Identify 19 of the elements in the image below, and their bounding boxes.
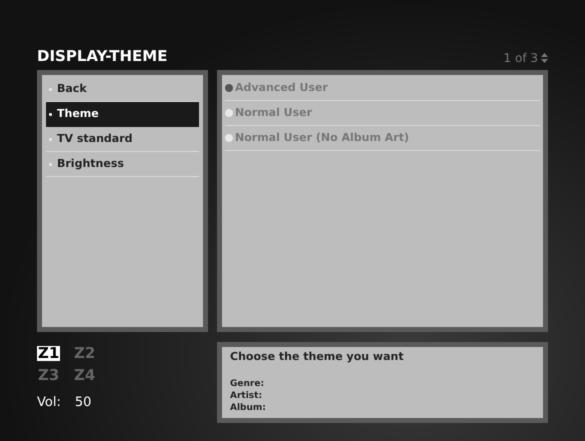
menu-item[interactable]: TV standard: [46, 127, 199, 152]
info-field-label: Artist:: [230, 390, 264, 402]
menu-item[interactable]: Theme: [46, 102, 199, 127]
menu-item[interactable]: Brightness: [46, 152, 199, 177]
screen-title: DISPLAY-THEME: [37, 49, 168, 64]
up-down-arrows-icon: [541, 53, 548, 63]
zone-label[interactable]: Z4: [73, 368, 96, 383]
info-heading: Choose the theme you want: [230, 349, 405, 365]
theme-option[interactable]: Normal User (No Album Art): [225, 126, 540, 151]
info-field-label: Album:: [230, 402, 267, 414]
zone-label[interactable]: Z3: [37, 368, 60, 383]
zone-label[interactable]: Z1: [37, 346, 60, 361]
volume-value: 50: [74, 394, 92, 412]
theme-option[interactable]: Advanced User: [225, 76, 540, 101]
theme-option[interactable]: Normal User: [225, 101, 540, 126]
page-indicator: 1 of 3: [504, 52, 538, 64]
zone-label[interactable]: Z2: [73, 346, 96, 361]
info-field-label: Genre:: [230, 378, 266, 390]
volume-label: Vol:: [37, 394, 61, 412]
